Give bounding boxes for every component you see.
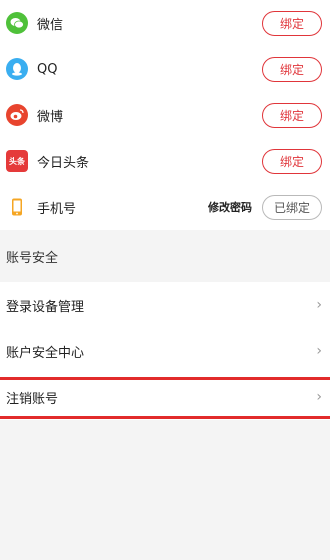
item-label: 登录设备管理 — [6, 299, 85, 315]
toutiao-icon: 头条 — [6, 150, 28, 172]
item-label: 注销账号 — [6, 391, 59, 407]
security-list: 登录设备管理 › 账户安全中心 › 注销账号 › — [0, 282, 330, 420]
binding-row-weibo: 微博 绑定 — [0, 92, 330, 138]
binding-name: 手机号 — [37, 201, 77, 217]
weibo-icon — [6, 104, 28, 126]
security-center-item[interactable]: 账户安全中心 › — [0, 328, 330, 374]
binding-name: 微博 — [37, 109, 64, 125]
security-section-title: 账号安全 — [0, 230, 330, 282]
phone-bound-button[interactable]: 已绑定 — [262, 194, 322, 220]
bind-weibo-button[interactable]: 绑定 — [262, 102, 322, 128]
chevron-right-icon: › — [316, 297, 322, 313]
binding-row-qq: QQ 绑定 — [0, 46, 330, 92]
chevron-right-icon: › — [316, 389, 322, 405]
binding-name: 今日头条 — [37, 155, 90, 171]
cancel-account-item[interactable]: 注销账号 › — [0, 374, 330, 420]
phone-icon — [6, 196, 28, 218]
bind-wechat-button[interactable]: 绑定 — [262, 10, 322, 36]
binding-name: 微信 — [37, 17, 64, 33]
bind-toutiao-button[interactable]: 绑定 — [262, 148, 322, 174]
device-management-item[interactable]: 登录设备管理 › — [0, 282, 330, 328]
binding-row-wechat: 微信 绑定 — [0, 0, 330, 46]
item-label: 账户安全中心 — [6, 345, 85, 361]
binding-row-phone: 手机号 修改密码 已绑定 — [0, 184, 330, 230]
bind-qq-button[interactable]: 绑定 — [262, 56, 322, 82]
qq-icon — [6, 58, 28, 80]
chevron-right-icon: › — [316, 343, 322, 359]
third-party-bindings: 微信 绑定 QQ 绑定 微博 绑定 头条 今日头条 绑定 手机号 修改密码 已绑… — [0, 0, 330, 230]
wechat-icon — [6, 12, 28, 34]
binding-row-toutiao: 头条 今日头条 绑定 — [0, 138, 330, 184]
change-password-link[interactable]: 修改密码 — [208, 199, 252, 215]
binding-name: QQ — [37, 61, 58, 77]
